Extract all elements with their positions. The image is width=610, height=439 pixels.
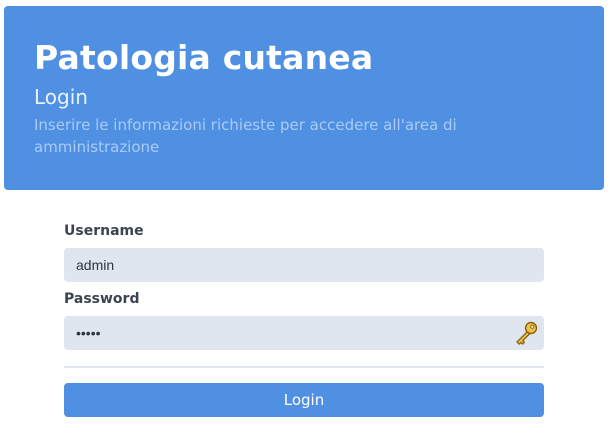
app-title: Patologia cutanea bbox=[34, 38, 374, 77]
login-page: Patologia cutanea Login Inserire le info… bbox=[0, 0, 610, 439]
password-field-wrap bbox=[64, 316, 544, 350]
login-button[interactable]: Login bbox=[64, 383, 544, 417]
username-label: Username bbox=[64, 223, 144, 239]
login-form: Username Password Login bbox=[64, 222, 544, 417]
page-subtitle: Login bbox=[34, 85, 88, 109]
header-banner: Patologia cutanea Login Inserire le info… bbox=[4, 6, 604, 190]
username-input[interactable] bbox=[64, 248, 544, 282]
password-input[interactable] bbox=[64, 316, 544, 350]
form-divider bbox=[64, 366, 544, 368]
username-field-wrap bbox=[64, 248, 544, 282]
page-description: Inserire le informazioni richieste per a… bbox=[34, 116, 457, 156]
key-icon[interactable] bbox=[512, 319, 540, 347]
password-label: Password bbox=[64, 291, 140, 307]
